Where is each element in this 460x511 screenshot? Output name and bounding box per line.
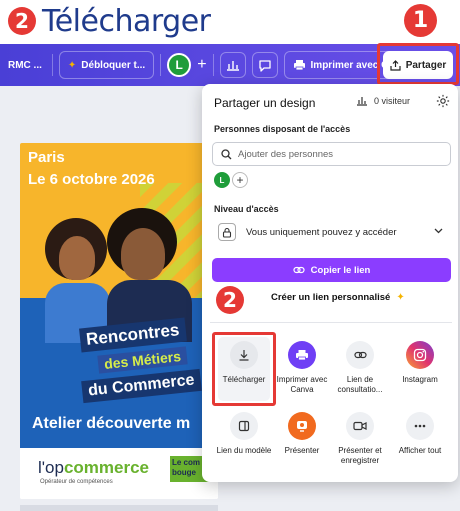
marker-badge-download: 2	[216, 286, 244, 314]
print-tile-label: Imprimer avec Canva	[276, 375, 328, 394]
visitors-count[interactable]: 0 visiteur	[356, 96, 410, 106]
copy-link-button[interactable]: Copier le lien	[212, 258, 451, 282]
toolbar-divider	[160, 54, 162, 76]
visitors-label: 0 visiteur	[374, 96, 411, 106]
step-header: 2 Télécharger	[8, 0, 211, 42]
design-name-button[interactable]: RMC ...	[4, 51, 46, 79]
instagram-tile[interactable]: Instagram	[389, 341, 451, 385]
template-link-tile[interactable]: Lien du modèle	[213, 412, 275, 456]
print-tile[interactable]: Imprimer avec Canva	[271, 341, 333, 395]
design-city: Paris	[28, 149, 65, 166]
unlock-button[interactable]: ✦ Débloquer t...	[58, 51, 155, 79]
panel-divider	[210, 322, 452, 323]
comment-button[interactable]	[251, 52, 278, 78]
page-strip	[20, 505, 218, 511]
present-tile[interactable]: Présenter	[271, 412, 333, 456]
present-icon	[288, 412, 316, 440]
record-camera-icon	[346, 412, 374, 440]
unlock-label: Débloquer t...	[81, 59, 146, 71]
printer-icon	[288, 341, 316, 369]
logo-accent: commerce	[63, 458, 149, 477]
logo-prefix: l'op	[38, 458, 64, 477]
template-link-label: Lien du modèle	[216, 446, 272, 455]
template-icon	[230, 412, 258, 440]
more-icon	[406, 412, 434, 440]
avatar[interactable]: L	[214, 172, 230, 188]
design-preview[interactable]: Paris Le 6 octobre 2026 Rencontres des M…	[20, 143, 218, 499]
toolbar-divider	[51, 54, 53, 76]
add-people-placeholder: Ajouter des personnes	[238, 148, 334, 160]
add-collaborator-icon[interactable]: +	[197, 56, 206, 74]
share-label: Partager	[405, 59, 447, 71]
crown-icon: ✦	[396, 292, 405, 303]
screenshot-root: 2 Télécharger 1 RMC ... ✦ Débloquer t...…	[0, 0, 460, 511]
share-button[interactable]: Partager	[383, 51, 453, 79]
copy-link-label: Copier le lien	[310, 264, 371, 276]
logo-subtitle: Opérateur de compétences	[40, 479, 113, 485]
comment-icon	[258, 59, 271, 72]
lock-icon	[218, 223, 236, 241]
printer-icon	[293, 60, 305, 71]
avatar[interactable]: L	[167, 53, 192, 77]
instagram-label: Instagram	[402, 375, 438, 384]
custom-link-button[interactable]: Créer un lien personnalisé ✦	[271, 292, 405, 303]
present-record-label: Présenter et enregistrer	[338, 446, 382, 465]
add-user-button[interactable]: +	[232, 172, 248, 188]
show-all-tile[interactable]: Afficher tout	[389, 412, 451, 456]
access-level-label: Niveau d'accès	[214, 204, 279, 214]
opcommerce-logo: l'opcommerce	[38, 458, 149, 478]
design-subtitle: Atelier découverte m	[32, 415, 191, 432]
toolbar-divider	[212, 54, 214, 76]
design-date: Le 6 octobre 2026	[28, 171, 155, 188]
people-access-label: Personnes disposant de l'accès	[214, 124, 351, 134]
access-level-select[interactable]: Vous uniquement pouvez y accéder	[212, 219, 451, 245]
step-number-badge: 2	[8, 7, 36, 35]
view-link-label: Lien de consultatio...	[337, 375, 383, 394]
present-label: Présenter	[284, 446, 320, 455]
chevron-down-icon	[434, 228, 443, 234]
bar-chart-icon	[357, 97, 367, 106]
present-record-tile[interactable]: Présenter et enregistrer	[329, 412, 391, 466]
custom-link-label: Créer un lien personnalisé	[271, 292, 391, 303]
crown-icon: ✦	[67, 59, 77, 71]
download-highlight-frame	[212, 332, 276, 406]
link-icon	[293, 266, 305, 274]
insights-button[interactable]	[219, 52, 246, 78]
step-title: Télécharger	[42, 3, 211, 39]
link-icon	[346, 341, 374, 369]
share-panel-title: Partager un design	[214, 96, 316, 110]
person-face	[121, 228, 165, 280]
design-name-label: RMC ...	[8, 59, 42, 71]
instagram-icon	[406, 341, 434, 369]
show-all-label: Afficher tout	[398, 446, 442, 455]
user-list: L +	[214, 172, 248, 188]
bar-chart-icon	[226, 61, 239, 71]
gear-icon[interactable]	[436, 94, 450, 108]
marker-badge-share: 1	[404, 4, 437, 37]
access-level-value: Vous uniquement pouvez y accéder	[246, 226, 397, 238]
search-icon	[221, 148, 232, 159]
share-icon	[390, 59, 401, 71]
person-face	[59, 236, 95, 280]
add-people-input[interactable]: Ajouter des personnes	[212, 142, 451, 166]
view-link-tile[interactable]: Lien de consultatio...	[329, 341, 391, 395]
